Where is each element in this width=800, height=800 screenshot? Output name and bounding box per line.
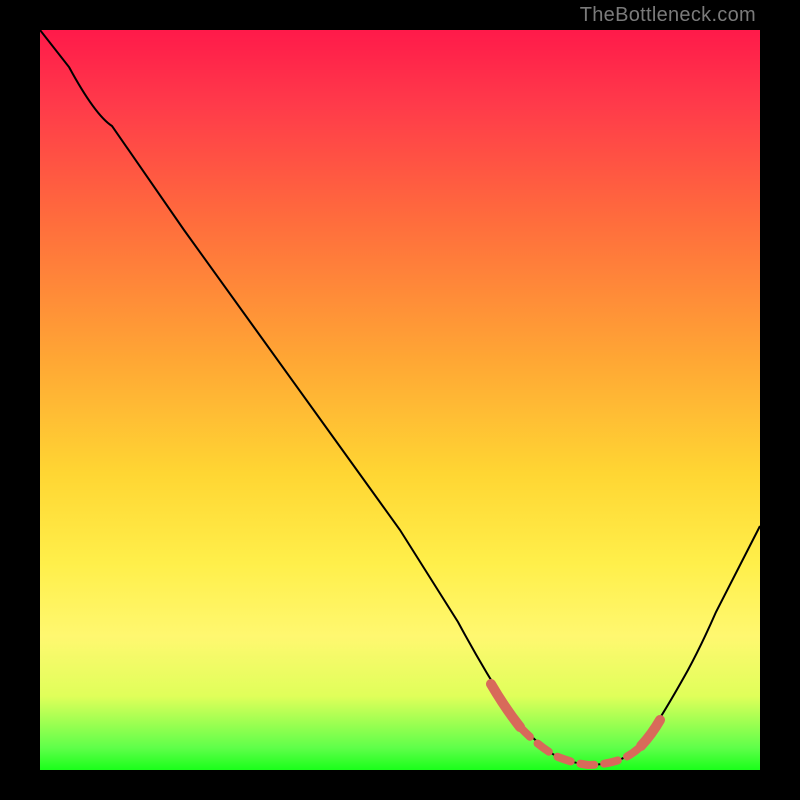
optimal-zone-highlight-ends <box>491 684 520 727</box>
optimal-zone-highlight-end2 <box>641 720 660 746</box>
bottleneck-curve <box>40 30 760 765</box>
plot-area <box>40 30 760 770</box>
chart-frame: TheBottleneck.com <box>0 0 800 800</box>
curve-svg <box>40 30 760 770</box>
watermark-text: TheBottleneck.com <box>580 4 756 27</box>
